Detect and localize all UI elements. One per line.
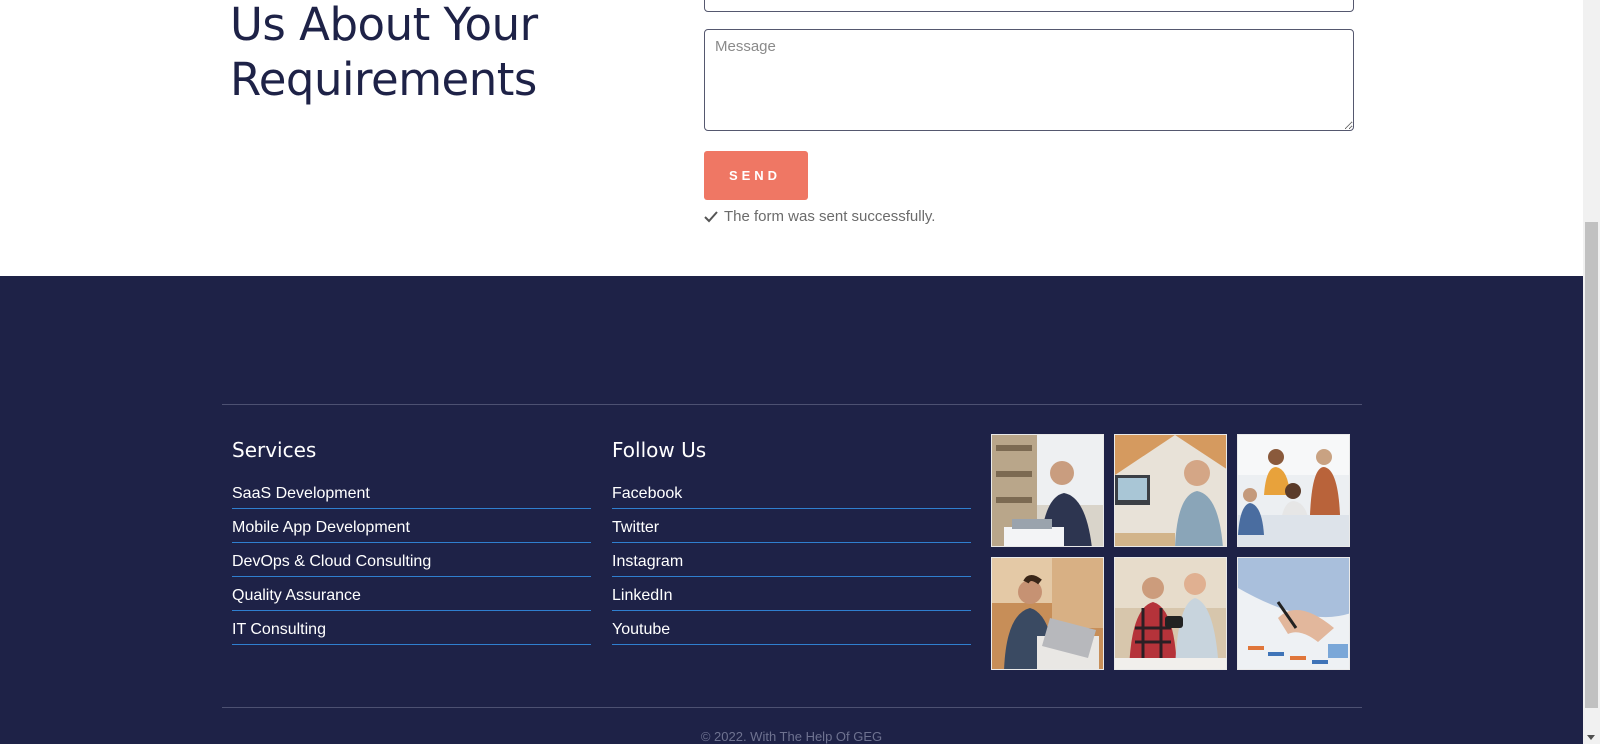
services-title: Services <box>232 438 317 462</box>
gallery-photo-team-meeting[interactable] <box>1237 434 1350 547</box>
copyright-text: © 2022. With The Help Of GEG <box>700 729 883 744</box>
list-item: Twitter <box>612 514 971 548</box>
gallery-photo-man-working-laptop[interactable] <box>991 557 1104 670</box>
footer-divider-top <box>222 404 1362 405</box>
social-link-linkedin[interactable]: LinkedIn <box>612 582 971 611</box>
footer-gallery <box>991 434 1354 670</box>
scrollbar-thumb[interactable] <box>1585 222 1598 708</box>
contact-heading-line-1: Us About Your <box>230 0 538 51</box>
list-item: IT Consulting <box>232 616 591 650</box>
social-link-youtube[interactable]: Youtube <box>612 616 971 645</box>
page-scrollbar[interactable] <box>1583 0 1600 744</box>
list-item: Quality Assurance <box>232 582 591 616</box>
service-link-mobile-app[interactable]: Mobile App Development <box>232 514 591 543</box>
services-list: SaaS Development Mobile App Development … <box>232 480 591 650</box>
contact-heading-line-2: Requirements <box>230 53 537 106</box>
follow-us-list: Facebook Twitter Instagram LinkedIn Yout… <box>612 480 971 650</box>
page-viewport: Us About Your Requirements SEND The form… <box>0 0 1583 744</box>
service-link-saas[interactable]: SaaS Development <box>232 480 591 509</box>
footer-divider-bottom <box>222 707 1362 708</box>
service-link-qa[interactable]: Quality Assurance <box>232 582 591 611</box>
list-item: Instagram <box>612 548 971 582</box>
service-link-it-consulting[interactable]: IT Consulting <box>232 616 591 645</box>
message-field[interactable] <box>704 29 1354 131</box>
list-item: Facebook <box>612 480 971 514</box>
list-item: SaaS Development <box>232 480 591 514</box>
social-link-instagram[interactable]: Instagram <box>612 548 971 577</box>
gallery-photo-smiling-man[interactable] <box>1114 434 1227 547</box>
scroll-down-arrow-icon[interactable] <box>1587 735 1595 740</box>
checkmark-icon <box>704 210 718 222</box>
site-footer: Services SaaS Development Mobile App Dev… <box>0 276 1583 744</box>
list-item: Mobile App Development <box>232 514 591 548</box>
contact-heading: Us About Your Requirements <box>230 0 538 107</box>
list-item: LinkedIn <box>612 582 971 616</box>
service-link-devops[interactable]: DevOps & Cloud Consulting <box>232 548 591 577</box>
gallery-photo-man-laptop-office[interactable] <box>991 434 1104 547</box>
list-item: Youtube <box>612 616 971 650</box>
gallery-photo-hand-writing-charts[interactable] <box>1237 557 1350 670</box>
previous-input-field[interactable] <box>704 0 1354 12</box>
success-text: The form was sent successfully. <box>724 208 936 225</box>
send-button[interactable]: SEND <box>704 151 808 200</box>
follow-us-title: Follow Us <box>612 438 707 462</box>
gallery-photo-two-men-vr[interactable] <box>1114 557 1227 670</box>
contact-section: Us About Your Requirements SEND The form… <box>0 0 1583 276</box>
social-link-twitter[interactable]: Twitter <box>612 514 971 543</box>
form-success-message: The form was sent successfully. <box>704 208 935 225</box>
list-item: DevOps & Cloud Consulting <box>232 548 591 582</box>
social-link-facebook[interactable]: Facebook <box>612 480 971 509</box>
